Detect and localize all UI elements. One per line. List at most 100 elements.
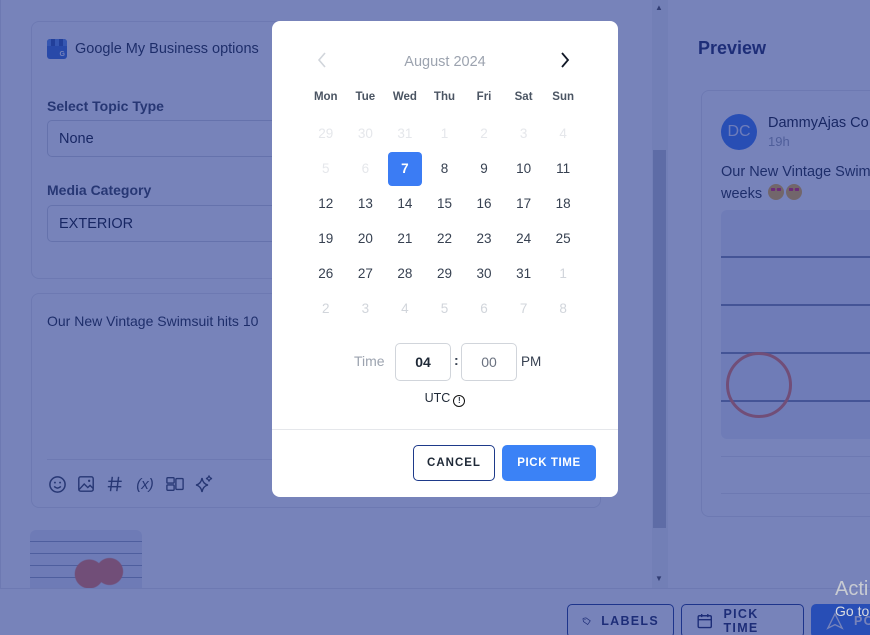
weekday-header: Sun (552, 91, 575, 103)
calendar-day-number: 6 (361, 161, 370, 176)
calendar-day[interactable]: 13 (346, 186, 386, 221)
calendar-day-number: 23 (476, 231, 492, 246)
calendar-day[interactable]: 3 (346, 291, 386, 326)
calendar-day[interactable]: 4 (385, 291, 425, 326)
calendar-day-number: 5 (322, 161, 330, 176)
weekday-header: Thu (433, 91, 455, 103)
calendar-day-number: 31 (516, 266, 532, 281)
calendar-day-number: 30 (357, 126, 373, 141)
calendar-day-number: 27 (357, 266, 373, 281)
time-separator: : (454, 352, 459, 368)
activation-watermark-subtitle: Go to (835, 603, 870, 619)
calendar-day-number: 31 (397, 126, 413, 141)
calendar-day: 6 (346, 151, 386, 186)
calendar-day[interactable]: 1 (543, 256, 583, 291)
calendar-day-number: 7 (519, 301, 528, 316)
calendar-day-number: 2 (322, 301, 330, 316)
calendar-grid: Mon Tue Wed Thu Fri Sat Sun 29 30 31 1 2 3 4 5 6 7 8 9 10 11… (306, 89, 583, 326)
cancel-button[interactable]: CANCEL (413, 445, 495, 481)
calendar-day-number: 30 (476, 266, 492, 281)
calendar-day-number: 6 (480, 301, 488, 316)
calendar-header: August 2024 (272, 51, 618, 75)
calendar-day[interactable]: 7 (504, 291, 544, 326)
calendar-day-number: 21 (397, 231, 413, 246)
calendar-day-number: 14 (397, 196, 413, 211)
calendar-day[interactable]: 30 (464, 256, 504, 291)
weekday-header: Mon (313, 91, 338, 103)
calendar-day: 29 (306, 116, 346, 151)
calendar-day-number: 26 (318, 266, 334, 281)
calendar-day-number: 12 (318, 196, 334, 211)
calendar-day[interactable]: 22 (425, 221, 465, 256)
calendar-day[interactable]: 17 (504, 186, 544, 221)
timezone-row: UTC! (272, 391, 618, 407)
calendar-day-number: 28 (397, 266, 413, 281)
calendar-day[interactable]: 31 (504, 256, 544, 291)
calendar-day-number: 7 (387, 152, 422, 186)
time-label: Time (354, 353, 385, 369)
calendar-day[interactable]: 8 (425, 151, 465, 186)
calendar-day-number: 1 (559, 266, 567, 281)
activation-watermark-title: Acti (835, 578, 869, 600)
calendar-day[interactable]: 8 (543, 291, 583, 326)
calendar-day-number: 25 (555, 231, 571, 246)
calendar-day[interactable]: 12 (306, 186, 346, 221)
calendar-day-number: 5 (440, 301, 449, 316)
calendar-day-number: 29 (318, 126, 334, 141)
calendar-day[interactable]: 23 (464, 221, 504, 256)
calendar-day-selected[interactable]: 7 (385, 151, 425, 186)
calendar-day[interactable]: 6 (464, 291, 504, 326)
timezone-label: UTC (424, 391, 451, 405)
calendar-day-number: 8 (440, 161, 449, 176)
calendar-day-number: 18 (555, 196, 571, 211)
calendar-day-number: 10 (516, 161, 532, 176)
calendar-day-number: 2 (480, 126, 488, 141)
calendar-day-number: 11 (556, 161, 571, 176)
minute-input[interactable]: 00 (461, 343, 517, 381)
calendar-day[interactable]: 15 (425, 186, 465, 221)
calendar-day: 3 (504, 116, 544, 151)
calendar-day-number: 15 (436, 196, 452, 211)
calendar-day-number: 9 (480, 161, 488, 176)
calendar-day[interactable]: 18 (543, 186, 583, 221)
calendar-day-number: 29 (436, 266, 452, 281)
calendar-day[interactable]: 24 (504, 221, 544, 256)
calendar-day[interactable]: 2 (306, 291, 346, 326)
calendar-day[interactable]: 29 (425, 256, 465, 291)
calendar-day-number: 4 (559, 126, 567, 141)
calendar-day: 1 (425, 116, 465, 151)
calendar-day-number: 24 (516, 231, 532, 246)
calendar-day: 2 (464, 116, 504, 151)
calendar-day[interactable]: 26 (306, 256, 346, 291)
calendar-day[interactable]: 25 (543, 221, 583, 256)
date-time-picker-dialog: August 2024 Mon Tue Wed Thu Fri Sat Sun 29 30 31 1… (272, 21, 618, 497)
calendar-day[interactable]: 20 (346, 221, 386, 256)
calendar-day[interactable]: 9 (464, 151, 504, 186)
dialog-divider (272, 429, 618, 430)
time-selector: Time 04 : 00 PM (272, 343, 618, 381)
calendar-day-number: 3 (519, 126, 528, 141)
am-pm-toggle[interactable]: PM (521, 354, 541, 369)
calendar-day-number: 16 (476, 196, 492, 211)
calendar-day[interactable]: 16 (464, 186, 504, 221)
weekday-header: Sat (514, 91, 533, 103)
calendar-day-number: 13 (357, 196, 373, 211)
calendar-day[interactable]: 19 (306, 221, 346, 256)
calendar-day-number: 20 (357, 231, 373, 246)
calendar-day[interactable]: 10 (504, 151, 544, 186)
calendar-day-number: 1 (440, 126, 449, 141)
weekday-header: Wed (392, 91, 417, 103)
weekday-header: Tue (355, 91, 376, 103)
next-month-chevron-icon[interactable] (559, 51, 571, 75)
calendar-day[interactable]: 5 (425, 291, 465, 326)
pick-time-confirm-button[interactable]: PICK TIME (502, 445, 596, 481)
calendar-day-number: 22 (436, 231, 452, 246)
calendar-day[interactable]: 11 (543, 151, 583, 186)
calendar-day[interactable]: 28 (385, 256, 425, 291)
calendar-day[interactable]: 21 (385, 221, 425, 256)
calendar-day[interactable]: 14 (385, 186, 425, 221)
calendar-day[interactable]: 27 (346, 256, 386, 291)
calendar-day-number: 19 (318, 231, 334, 246)
info-icon[interactable]: ! (453, 395, 466, 407)
hour-input[interactable]: 04 (395, 343, 451, 381)
